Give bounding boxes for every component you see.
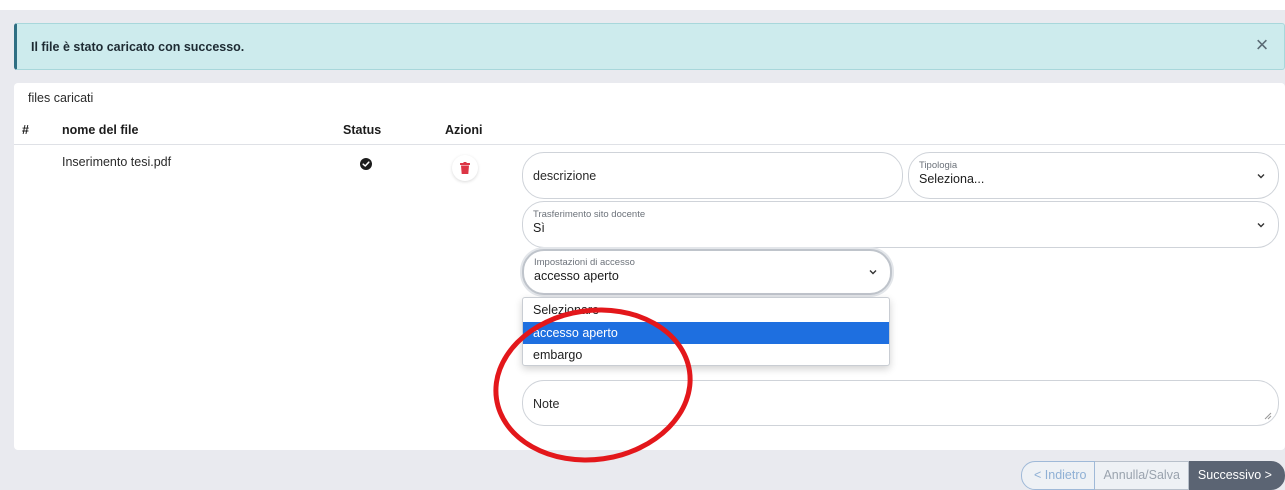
option-embargo[interactable]: embargo — [523, 344, 889, 366]
success-alert: Il file è stato caricato con successo. × — [14, 23, 1285, 70]
file-name: Inserimento tesi.pdf — [62, 155, 172, 169]
alert-message: Il file è stato caricato con successo. — [31, 40, 245, 54]
wizard-navigation: < Indietro Annulla/Salva Successivo > — [1021, 461, 1285, 490]
impostazioni-value: accesso aperto — [534, 269, 619, 283]
close-icon[interactable]: × — [1252, 34, 1272, 56]
delete-file-button[interactable] — [452, 155, 478, 181]
impostazioni-label: Impostazioni di accesso — [534, 257, 635, 268]
trash-icon — [460, 162, 470, 174]
option-accesso-aperto[interactable]: accesso aperto — [523, 322, 889, 344]
chevron-down-icon — [1257, 222, 1265, 227]
resize-handle-icon[interactable] — [1264, 412, 1272, 420]
column-header-index: # — [22, 123, 29, 137]
note-placeholder: Note — [533, 397, 560, 411]
note-textarea[interactable]: Note — [522, 380, 1279, 426]
tipologia-value: Seleziona... — [919, 172, 985, 186]
description-placeholder: descrizione — [533, 169, 597, 183]
column-header-filename: nome del file — [62, 123, 139, 137]
impostazioni-select[interactable]: Impostazioni di accesso accesso aperto — [522, 249, 892, 295]
column-header-status: Status — [343, 123, 382, 137]
back-button[interactable]: < Indietro — [1021, 461, 1096, 490]
top-bar — [0, 0, 1285, 10]
trasferimento-label: Trasferimento sito docente — [533, 209, 646, 220]
next-button[interactable]: Successivo > — [1188, 461, 1285, 490]
option-selezionare[interactable]: Selezionare — [523, 299, 889, 321]
trasferimento-select[interactable]: Trasferimento sito docente Sì — [522, 201, 1279, 248]
chevron-down-icon — [1257, 173, 1265, 178]
trasferimento-value: Sì — [533, 221, 545, 235]
uploaded-files-card: files caricati # nome del file Status Az… — [14, 83, 1285, 476]
card-title: files caricati — [28, 91, 94, 105]
tipologia-label: Tipologia — [919, 160, 958, 171]
chevron-down-icon — [869, 270, 877, 275]
check-circle-icon — [360, 158, 372, 170]
access-dropdown-menu: Selezionare accesso aperto embargo — [522, 297, 890, 366]
cancel-save-button[interactable]: Annulla/Salva — [1095, 461, 1189, 490]
header-divider — [14, 144, 1285, 145]
tipologia-select[interactable]: Tipologia Seleziona... — [908, 152, 1279, 199]
description-field[interactable]: descrizione — [522, 152, 903, 199]
column-header-actions: Azioni — [445, 123, 483, 137]
